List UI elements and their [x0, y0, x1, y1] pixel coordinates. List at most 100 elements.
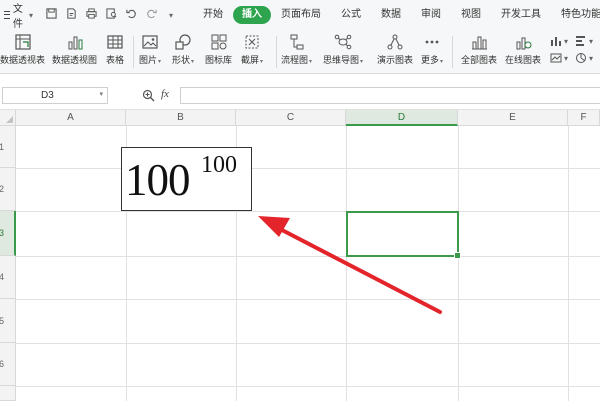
export-pdf-icon[interactable]: [65, 8, 77, 22]
power-text-box[interactable]: 100 100: [121, 147, 252, 211]
shapes-icon: [173, 32, 193, 52]
table-button[interactable]: 表格: [105, 32, 125, 67]
tab-special-features[interactable]: 特色功能: [551, 6, 600, 24]
spreadsheet-window: 文件 ▾ ▾ 开始 插入 页面布局 公式 数据 审阅 视图 开发工具 特色功能 …: [0, 0, 600, 401]
selected-cell-d3[interactable]: [346, 211, 461, 259]
area-chart-dropdown[interactable]: ▾: [550, 52, 568, 64]
power-base: 100: [125, 155, 190, 205]
column-header-f[interactable]: F: [568, 110, 600, 126]
more-label: 更多▾: [421, 56, 444, 66]
flowchart-icon: [287, 32, 307, 52]
pivot-table-icon: [13, 32, 33, 52]
tab-data[interactable]: 数据: [371, 6, 411, 24]
storyboard-chart-icon: [385, 32, 405, 52]
row-header-6[interactable]: 6: [0, 343, 16, 386]
screenshot-icon: [242, 32, 262, 52]
area-chart-icon: [550, 53, 562, 63]
picture-button[interactable]: 图片▾: [139, 32, 161, 67]
tab-review[interactable]: 审阅: [411, 6, 451, 24]
quick-access-toolbar: ▾: [45, 8, 177, 22]
column-header-a[interactable]: A: [16, 110, 126, 126]
gridline: [16, 168, 600, 169]
customize-toolbar-icon[interactable]: ▾: [165, 11, 177, 20]
power-exponent: 100: [201, 152, 237, 178]
gridline: [16, 299, 600, 300]
flowchart-label: 流程图▾: [281, 56, 313, 66]
file-menu[interactable]: 文件 ▾: [4, 0, 33, 30]
undo-icon[interactable]: [125, 8, 137, 22]
row-header-2[interactable]: 2: [0, 168, 16, 211]
screenshot-button[interactable]: 截屏▾: [241, 32, 263, 67]
row-number: 5: [0, 315, 5, 326]
name-box[interactable]: D3 ▾: [2, 87, 108, 104]
zoom-icon[interactable]: [142, 89, 155, 102]
gridline: [16, 256, 600, 257]
print-icon[interactable]: [85, 8, 97, 22]
all-charts-button[interactable]: 全部图表: [461, 32, 497, 67]
worksheet-grid: A B C D E F 1 2 3 4 5 6 100 100: [0, 110, 600, 401]
online-charts-icon: [513, 32, 533, 52]
shapes-button[interactable]: 形状▾: [172, 32, 194, 67]
column-header-d[interactable]: D: [346, 110, 458, 126]
table-label: 表格: [105, 56, 124, 66]
print-preview-icon[interactable]: [105, 8, 117, 22]
icon-library-label: 图标库: [205, 56, 233, 66]
row-number: 1: [0, 141, 5, 152]
tab-insert[interactable]: 插入: [233, 6, 272, 24]
pivot-table-label: 数据透视表: [0, 56, 46, 66]
ribbon-tabs: 开始 插入 页面布局 公式 数据 审阅 视图 开发工具 特色功能: [193, 6, 600, 24]
row-header-1[interactable]: 1: [0, 126, 16, 168]
column-header-b[interactable]: B: [126, 110, 236, 126]
all-charts-icon: [469, 32, 489, 52]
row-number: 2: [0, 184, 5, 194]
tab-home[interactable]: 开始: [193, 6, 233, 24]
row-number: 3: [0, 228, 5, 238]
menu-bar: 文件 ▾ ▾ 开始 插入 页面布局 公式 数据 审阅 视图 开发工具 特色功能: [0, 0, 600, 30]
tab-page-layout[interactable]: 页面布局: [271, 6, 331, 24]
tab-formulas[interactable]: 公式: [331, 6, 371, 24]
ribbon-divider: [276, 36, 277, 68]
row-header-5[interactable]: 5: [0, 299, 16, 343]
picture-icon: [140, 32, 160, 52]
column-header-e[interactable]: E: [458, 110, 568, 126]
chevron-down-icon: ▾: [29, 10, 34, 20]
pie-chart-dropdown[interactable]: ▾: [575, 52, 593, 64]
row-header-3[interactable]: 3: [0, 211, 16, 256]
icon-library-icon: [209, 32, 229, 52]
pivot-chart-button[interactable]: 数据透视图: [52, 32, 97, 67]
row-header-4[interactable]: 4: [0, 256, 16, 299]
icon-library-button[interactable]: 图标库: [205, 32, 232, 67]
online-charts-label: 在线图表: [505, 56, 542, 66]
pivot-table-button[interactable]: 数据透视表: [0, 32, 45, 67]
flowchart-button[interactable]: 流程图▾: [281, 32, 312, 67]
mindmap-button[interactable]: 思维导图▾: [323, 32, 363, 67]
row-header-7[interactable]: [0, 386, 16, 401]
column-chart-dropdown[interactable]: ▾: [550, 35, 568, 47]
column-header-c[interactable]: C: [236, 110, 346, 126]
online-charts-button[interactable]: 在线图表: [505, 32, 541, 67]
picture-label: 图片▾: [139, 56, 162, 66]
row-number: 6: [0, 359, 5, 369]
storyboard-chart-button[interactable]: 演示图表: [377, 32, 413, 67]
all-charts-label: 全部图表: [461, 56, 498, 66]
save-icon[interactable]: [45, 8, 57, 22]
fx-button[interactable]: fx: [161, 88, 169, 100]
select-all-button[interactable]: [0, 110, 16, 126]
name-box-value: D3: [41, 90, 54, 101]
row-number: 4: [0, 272, 5, 282]
column-chart-icon: [551, 37, 561, 46]
more-icon: [422, 32, 442, 52]
tab-developer[interactable]: 开发工具: [491, 6, 551, 24]
redo-icon[interactable]: [145, 8, 157, 22]
arrow-head: [258, 216, 290, 237]
gridline: [16, 343, 600, 344]
bar-chart-dropdown[interactable]: ▾: [575, 35, 593, 47]
ribbon-divider: [133, 36, 134, 68]
formula-input[interactable]: [180, 87, 600, 104]
chevron-down-icon: ▾: [99, 91, 103, 98]
more-button[interactable]: 更多▾: [421, 32, 443, 67]
pivot-chart-label: 数据透视图: [52, 56, 98, 66]
formula-bar: D3 ▾ fx: [0, 74, 600, 110]
tab-view[interactable]: 视图: [451, 6, 491, 24]
mindmap-icon: [333, 32, 353, 52]
